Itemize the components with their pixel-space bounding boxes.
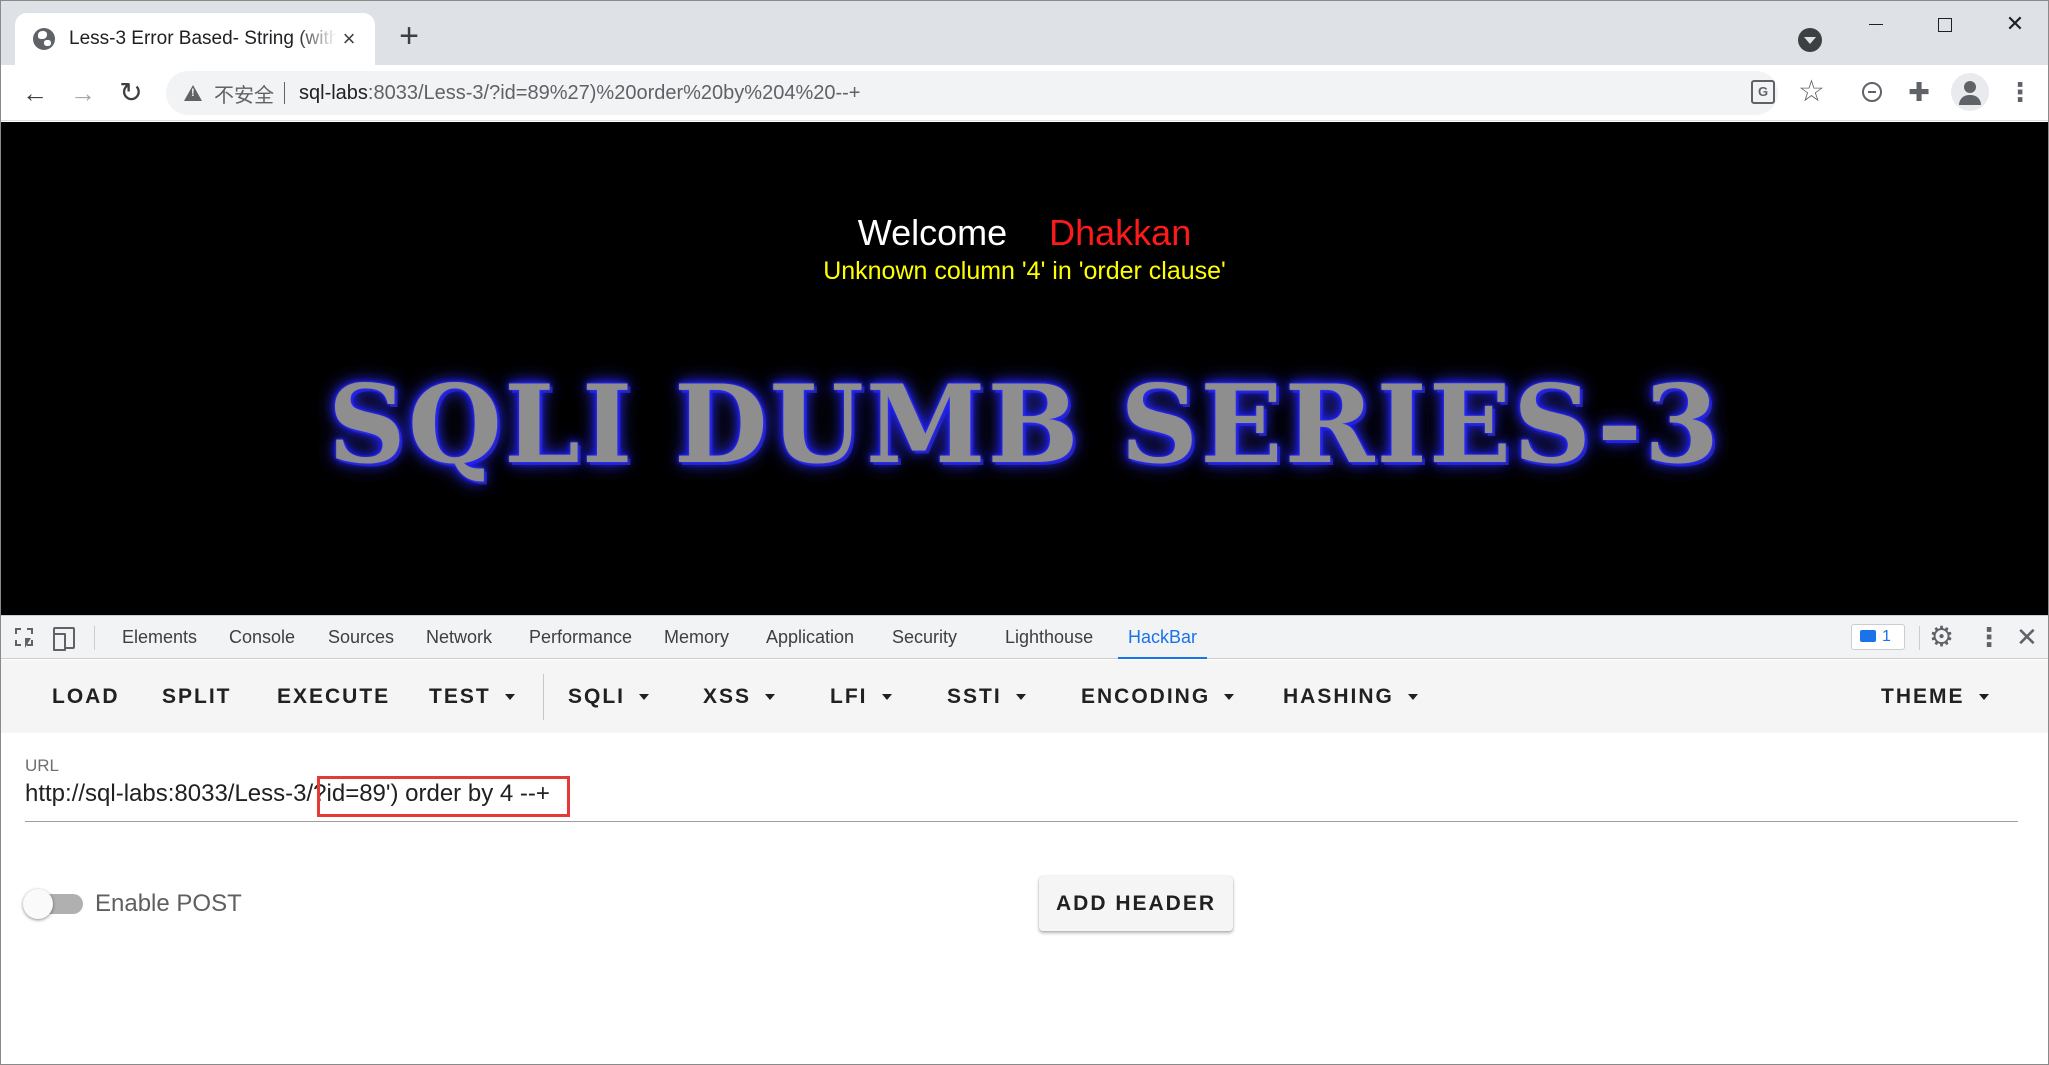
url-input-underline [25,821,2018,822]
url-path: :8033/Less-3/?id=89%27)%20order%20by%204… [367,81,861,104]
insecure-label[interactable]: 不安全 [214,79,274,108]
caret-down-icon [1015,694,1026,701]
split-button[interactable]: SPLIT [162,660,232,733]
forward-button[interactable]: → [65,75,101,111]
devtools-more-icon[interactable]: ⋮ [1976,620,2002,654]
caret-down-icon [639,694,650,701]
hackbar-divider [543,674,544,720]
browser-menu-icon[interactable]: ⋮ [2003,75,2037,109]
tab-search-icon[interactable] [1798,28,1822,52]
new-tab-button[interactable]: + [393,19,425,53]
tab-security[interactable]: Security [892,616,957,659]
hashing-label: HASHING [1283,685,1394,708]
xss-label: XSS [703,685,752,708]
tab-memory[interactable]: Memory [664,616,729,659]
theme-dropdown[interactable]: THEME [1881,660,1989,733]
tab-console[interactable]: Console [229,616,295,659]
tab-close-icon[interactable]: × [337,27,361,51]
enable-post-label: Enable POST [95,890,242,917]
lfi-dropdown[interactable]: LFI [830,660,892,733]
tab-elements[interactable]: Elements [122,616,197,659]
globe-icon [33,28,55,50]
address-bar[interactable]: 不安全 sql-labs:8033/Less-3/?id=89%27)%20or… [166,71,1778,115]
caret-down-icon [1978,694,1989,701]
hackbar-toolbar: LOAD SPLIT EXECUTE TEST SQLI XSS LFI SST… [1,660,2048,733]
omnibox-divider [284,82,285,104]
devtools-panel: Elements Console Sources Network Perform… [1,615,2048,1064]
caret-down-icon [765,694,776,701]
welcome-text: Welcome [857,212,1008,253]
reload-button[interactable]: ↻ [113,75,149,111]
hashing-dropdown[interactable]: HASHING [1283,660,1418,733]
sql-error-message: Unknown column '4' in 'order clause' [823,257,1226,285]
execute-button[interactable]: EXECUTE [277,660,390,733]
inspect-element-icon[interactable] [15,628,33,648]
browser-window: Less-3 Error Based- String (with Twist) … [0,0,2049,1065]
device-toolbar-icon[interactable] [53,627,75,651]
enable-post-toggle-thumb[interactable] [23,889,53,919]
devtools-close-icon[interactable]: ✕ [2016,620,2038,654]
test-dropdown[interactable]: TEST [429,660,515,733]
tab-performance[interactable]: Performance [529,616,632,659]
window-close-button[interactable]: ✕ [1992,7,2038,41]
sqli-dropdown[interactable]: SQLI [568,660,650,733]
tab-application[interactable]: Application [766,616,854,659]
browser-tab[interactable]: Less-3 Error Based- String (with Twist) … [15,13,375,65]
url-host: sql-labs [299,81,368,104]
tab-hackbar[interactable]: HackBar [1117,616,1208,659]
maximize-icon [1938,17,1952,32]
payload-highlight-box [317,776,570,817]
translate-icon[interactable]: G [1751,80,1775,104]
extensions-puzzle-icon[interactable]: ✚ [1902,75,1936,109]
tab-network[interactable]: Network [426,616,492,659]
welcome-line: Welcome Dhakkan [1,212,2048,254]
xss-dropdown[interactable]: XSS [703,660,776,733]
extension-block-icon[interactable] [1855,75,1889,109]
tab-sources[interactable]: Sources [328,616,394,659]
theme-label: THEME [1881,685,1965,708]
lfi-label: LFI [830,685,868,708]
add-header-button[interactable]: ADD HEADER [1039,876,1233,931]
profile-avatar-icon[interactable] [1951,73,1989,111]
browser-toolbar: ← → ↻ 不安全 sql-labs:8033/Less-3/?id=89%27… [1,65,2048,121]
devtools-tab-bar: Elements Console Sources Network Perform… [1,616,2048,659]
url-field-label: URL [25,756,60,775]
tab-strip: Less-3 Error Based- String (with Twist) … [1,1,2048,65]
encoding-dropdown[interactable]: ENCODING [1081,660,1235,733]
caret-down-icon [1407,694,1418,701]
caret-down-icon [1224,694,1235,701]
back-button[interactable]: ← [17,75,53,111]
settings-gear-icon[interactable]: ⚙ [1929,620,1954,654]
devtools-divider [94,626,95,650]
warning-icon[interactable] [184,85,202,101]
bookmark-star-icon[interactable]: ☆ [1798,75,1825,109]
load-button[interactable]: LOAD [52,660,120,733]
minimize-button[interactable] [1853,7,1899,41]
issues-badge[interactable]: 1 [1851,624,1905,650]
devtools-divider-right [1919,626,1920,650]
maximize-button[interactable] [1922,7,1968,41]
caret-down-icon [881,694,892,701]
ssti-label: SSTI [947,685,1002,708]
caret-down-icon [504,694,515,701]
test-label: TEST [429,685,491,708]
tab-lighthouse[interactable]: Lighthouse [1005,616,1093,659]
sqli-label: SQLI [568,685,626,708]
welcome-name: Dhakkan [1049,212,1192,253]
tab-title: Less-3 Error Based- String (with Twist) [69,28,337,49]
minimize-icon [1869,23,1883,26]
encoding-label: ENCODING [1081,685,1211,708]
ssti-dropdown[interactable]: SSTI [947,660,1026,733]
series-banner: SQLI DUMB SERIES-3 [327,362,1722,488]
page-content: Welcome Dhakkan Unknown column '4' in 'or… [1,122,2048,615]
